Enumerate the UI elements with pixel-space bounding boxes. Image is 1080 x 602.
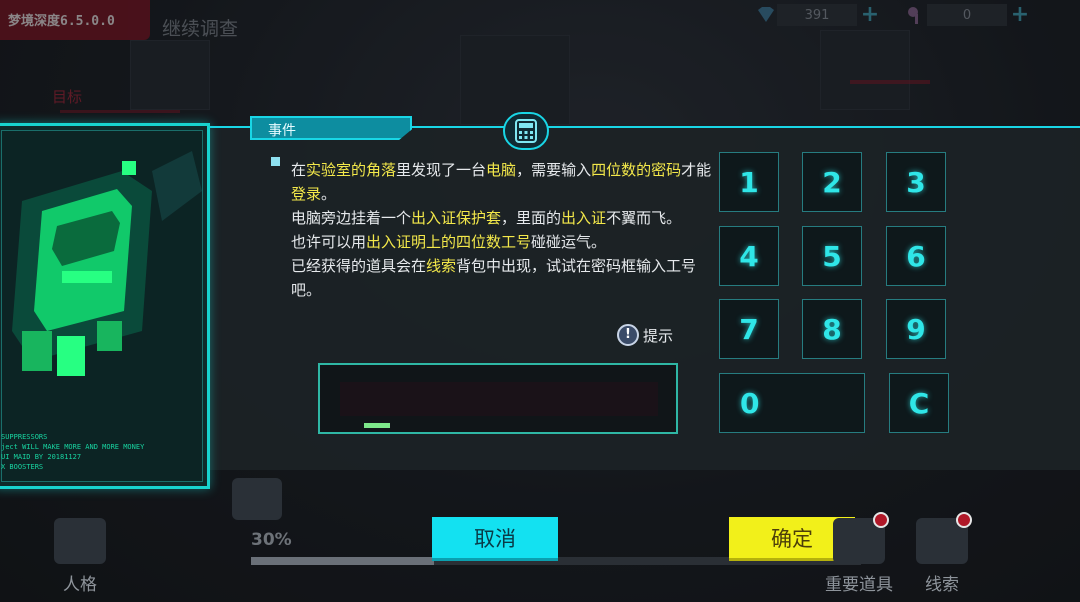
key-7[interactable]: 7 (719, 299, 779, 359)
progress-bar (251, 557, 861, 565)
highlighted-text: 登录 (291, 185, 322, 203)
description-paragraph: 电脑旁边挂着一个出入证保护套，里面的出入证不翼而飞。 (291, 206, 721, 230)
character-portrait: SUPPRESSORS ject WILL MAKE MORE AND MORE… (0, 123, 210, 489)
description-text: 电脑旁边挂着一个 (291, 209, 412, 227)
tab-event: 事件 (250, 116, 412, 140)
progress-percent: 30% (251, 530, 292, 550)
notification-dot (873, 512, 889, 528)
description-text: 已经获得的道具会在 (291, 257, 427, 275)
description-text: ，里面的 (501, 209, 562, 227)
calculator-icon (503, 112, 549, 150)
nav-persona-label: 人格 (63, 575, 97, 595)
highlighted-text: 出入证 (561, 209, 607, 227)
input-cursor (364, 423, 390, 428)
highlighted-text: 四位数的密码 (591, 161, 682, 179)
nav-persona[interactable]: 人格 (52, 518, 108, 595)
key-8[interactable]: 8 (802, 299, 862, 359)
chat-icon[interactable] (232, 478, 282, 520)
highlighted-text: 出入证明上的四位数工号 (366, 233, 532, 251)
nav-key-items-label: 重要道具 (825, 575, 893, 595)
description-paragraph: 也许可以用出入证明上的四位数工号碰碰运气。 (291, 230, 721, 254)
description-paragraph: 在实验室的角落里发现了一台电脑，需要输入四位数的密码才能登录。 (291, 158, 721, 206)
description-text: 里发现了一台 (396, 161, 487, 179)
description-text: 才能 (681, 161, 712, 179)
notification-dot (956, 512, 972, 528)
highlighted-text: 线索 (426, 257, 457, 275)
description-text: 。 (321, 185, 337, 203)
highlighted-text: 出入证保护套 (411, 209, 502, 227)
event-description: 在实验室的角落里发现了一台电脑，需要输入四位数的密码才能登录。 电脑旁边挂着一个出… (291, 158, 721, 302)
portrait-frame (1, 130, 203, 482)
description-text: 在 (291, 161, 307, 179)
key-clear[interactable]: C (889, 373, 949, 433)
portrait-caption: SUPPRESSORS ject WILL MAKE MORE AND MORE… (1, 433, 145, 471)
nav-clues[interactable]: 线索 (912, 512, 972, 595)
description-paragraph: 已经获得的道具会在线索背包中出现，试试在密码框输入工号吧。 (291, 254, 721, 302)
cancel-button[interactable]: 取消 (432, 517, 558, 558)
key-1[interactable]: 1 (719, 152, 779, 212)
key-3[interactable]: 3 (886, 152, 946, 212)
key-items-icon (833, 512, 889, 564)
clues-icon (916, 512, 972, 564)
key-9[interactable]: 9 (886, 299, 946, 359)
description-text: ，需要输入 (516, 161, 592, 179)
hint-button[interactable]: ! 提示 (617, 324, 673, 346)
nav-clues-label: 线索 (925, 575, 959, 595)
password-display (340, 382, 658, 416)
key-0[interactable]: 0 (719, 373, 865, 433)
exclamation-icon: ! (617, 324, 639, 346)
list-bullet (271, 157, 280, 166)
key-6[interactable]: 6 (886, 226, 946, 286)
highlighted-text: 电脑 (486, 161, 517, 179)
progress-fill (251, 557, 434, 565)
persona-icon (54, 518, 106, 564)
key-2[interactable]: 2 (802, 152, 862, 212)
key-5[interactable]: 5 (802, 226, 862, 286)
key-4[interactable]: 4 (719, 226, 779, 286)
description-text: 不翼而飞。 (606, 209, 682, 227)
description-text: 碰碰运气。 (531, 233, 607, 251)
tab-event-label: 事件 (268, 123, 296, 139)
hint-label: 提示 (643, 326, 674, 345)
highlighted-text: 实验室的角落 (306, 161, 397, 179)
nav-key-items[interactable]: 重要道具 (822, 512, 896, 595)
password-input[interactable] (318, 363, 678, 434)
description-text: 也许可以用 (291, 233, 367, 251)
green-robot-icon (12, 151, 202, 376)
